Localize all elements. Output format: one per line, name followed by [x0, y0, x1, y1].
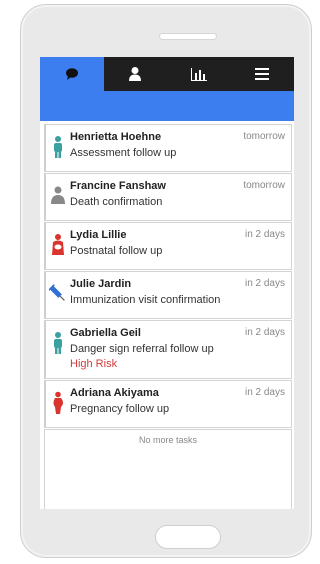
task-description: Pregnancy follow up: [70, 403, 170, 415]
task-name: Henrietta Hoehne: [70, 131, 162, 143]
tab-analytics[interactable]: [167, 57, 231, 91]
risk-badge: High Risk: [70, 358, 118, 370]
task-due: tomorrow: [243, 131, 285, 142]
task-name: Gabriella Geil: [70, 327, 141, 339]
task-name: Julie Jardin: [70, 278, 132, 290]
task-due: in 2 days: [244, 327, 285, 338]
task-description: Danger sign referral follow up: [70, 343, 214, 355]
app-screen: Henrietta Hoehne tomorrow Assessment fol…: [40, 57, 294, 509]
mother-baby-icon: [52, 234, 64, 255]
person-teal-icon: [54, 332, 62, 354]
task-name: Lydia Lillie: [70, 229, 127, 241]
bar-chart-icon: [190, 68, 207, 81]
menu-icon: [255, 68, 270, 80]
messages-icon: [65, 68, 78, 80]
list-empty-area: [44, 450, 292, 509]
tab-people[interactable]: [104, 57, 168, 91]
home-button[interactable]: [155, 525, 221, 549]
task-due: in 2 days: [244, 278, 285, 289]
task-item[interactable]: Lydia Lillie in 2 days Postnatal follow …: [44, 222, 292, 270]
task-name: Francine Fanshaw: [70, 180, 166, 192]
tab-menu[interactable]: [231, 57, 295, 91]
task-item[interactable]: Julie Jardin in 2 days Immunization visi…: [44, 271, 292, 319]
task-due: tomorrow: [243, 180, 285, 191]
person-teal-icon: [54, 136, 62, 158]
pregnancy-icon: [53, 391, 63, 414]
task-description: Postnatal follow up: [70, 245, 163, 257]
header-band: [40, 91, 294, 121]
task-description: Immunization visit confirmation: [70, 294, 221, 306]
task-due: in 2 days: [244, 229, 285, 240]
person-gray-icon: [51, 186, 65, 204]
tab-bar: [40, 57, 294, 91]
task-due: in 2 days: [244, 387, 285, 398]
speaker-slot: [159, 33, 217, 40]
task-item[interactable]: Henrietta Hoehne tomorrow Assessment fol…: [44, 124, 292, 172]
task-item[interactable]: Adriana Akiyama in 2 days Pregnancy foll…: [44, 380, 292, 428]
syringe-icon: [49, 284, 65, 301]
task-list: Henrietta Hoehne tomorrow Assessment fol…: [44, 124, 292, 509]
no-more-tasks: No more tasks: [44, 429, 292, 450]
task-name: Adriana Akiyama: [70, 387, 159, 399]
task-item[interactable]: Gabriella Geil in 2 days Danger sign ref…: [44, 320, 292, 379]
person-icon: [129, 67, 142, 81]
task-item[interactable]: Francine Fanshaw tomorrow Death confirma…: [44, 173, 292, 221]
task-description: Assessment follow up: [70, 147, 177, 159]
tab-messages[interactable]: [40, 57, 104, 91]
task-description: Death confirmation: [70, 196, 163, 208]
